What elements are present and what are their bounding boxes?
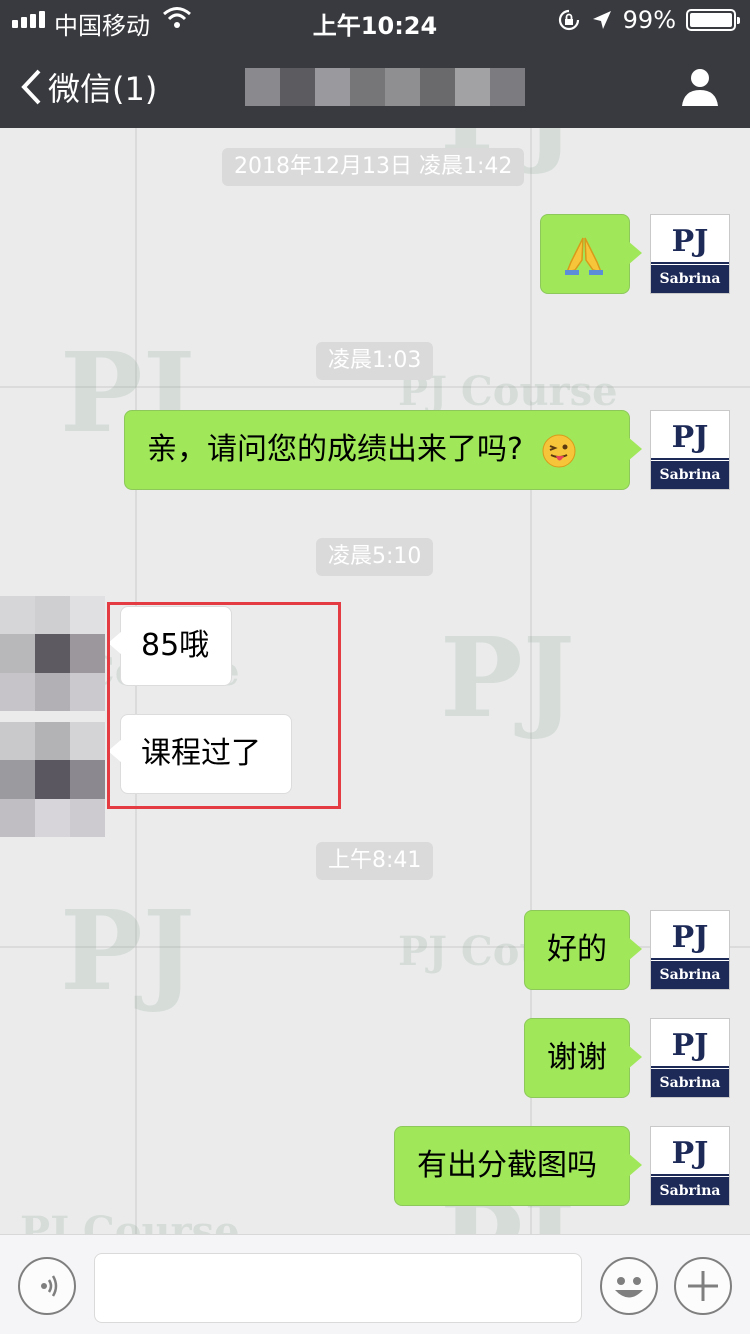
timestamp: 上午8:41 xyxy=(316,842,434,880)
avatar-logo: PJ xyxy=(671,420,709,455)
plus-button[interactable] xyxy=(674,1257,732,1315)
avatar-logo: PJ xyxy=(671,1028,709,1063)
avatar[interactable]: PJ Sabrina xyxy=(650,214,730,294)
avatar[interactable]: PJ Sabrina xyxy=(650,410,730,490)
avatar-pixelated[interactable] xyxy=(0,722,105,837)
watermark-big: PJ xyxy=(440,613,575,742)
message-text: 有出分截图吗 xyxy=(417,1148,597,1183)
message-text: 好的 xyxy=(547,932,607,967)
avatar-name: Sabrina xyxy=(651,958,729,989)
avatar-logo: PJ xyxy=(671,224,709,259)
timestamp: 凌晨1:03 xyxy=(316,342,434,380)
avatar[interactable]: PJ Sabrina xyxy=(650,1018,730,1098)
message-bubble-sent[interactable]: 有出分截图吗 xyxy=(394,1126,642,1206)
chat-title-pixelated xyxy=(245,68,525,106)
chevron-left-icon xyxy=(21,69,41,105)
winking-tongue-emoji xyxy=(542,434,576,467)
message-bubble-sent[interactable]: 好的 xyxy=(524,910,642,990)
plus-icon xyxy=(688,1271,718,1301)
back-label: 微信(1) xyxy=(48,70,158,108)
highlight-box xyxy=(107,602,341,809)
message-input[interactable] xyxy=(94,1253,582,1323)
voice-button[interactable] xyxy=(18,1257,76,1315)
avatar[interactable]: PJ Sabrina xyxy=(650,910,730,990)
watermark-small: PJ Course xyxy=(20,128,262,129)
message-bubble-sent[interactable]: 亲，请问您的成绩出来了吗? xyxy=(124,410,642,490)
emoji-icon xyxy=(615,1277,643,1298)
timestamp: 凌晨5:10 xyxy=(316,538,434,576)
input-bar xyxy=(0,1234,750,1334)
avatar-name: Sabrina xyxy=(651,262,729,293)
top-bar: 中国移动 上午10:24 99% 微信(1) xyxy=(0,0,750,128)
message-text: 谢谢 xyxy=(547,1040,607,1075)
message-bubble-sent[interactable] xyxy=(540,214,642,294)
status-bar: 中国移动 上午10:24 99% xyxy=(0,0,750,40)
avatar-name: Sabrina xyxy=(651,458,729,489)
folded-hands-emoji xyxy=(565,237,603,275)
message-text: 亲，请问您的成绩出来了吗? xyxy=(147,432,523,467)
voice-icon xyxy=(41,1275,58,1297)
orientation-lock-icon xyxy=(558,9,579,31)
watermark-big: PJ xyxy=(60,886,195,1015)
battery-percent: 99% xyxy=(622,6,676,34)
profile-icon[interactable] xyxy=(680,66,720,106)
location-icon xyxy=(592,11,611,29)
message-bubble-sent[interactable]: 谢谢 xyxy=(524,1018,642,1098)
avatar-name: Sabrina xyxy=(651,1174,729,1205)
timestamp: 2018年12月13日 凌晨1:42 xyxy=(222,148,525,186)
back-button[interactable]: 微信(1) xyxy=(20,64,157,110)
chat-area[interactable]: PJ PJ Course PJ PJ Course PJ PJ Course P… xyxy=(0,128,750,1234)
avatar[interactable]: PJ Sabrina xyxy=(650,1126,730,1206)
avatar-name: Sabrina xyxy=(651,1066,729,1097)
emoji-button[interactable] xyxy=(600,1257,658,1315)
watermark-small: PJ Course xyxy=(20,1208,240,1234)
status-right: 99% xyxy=(557,6,740,34)
battery-icon xyxy=(686,9,740,31)
avatar-logo: PJ xyxy=(671,920,709,955)
avatar-pixelated[interactable] xyxy=(0,596,105,711)
avatar-logo: PJ xyxy=(671,1136,709,1171)
